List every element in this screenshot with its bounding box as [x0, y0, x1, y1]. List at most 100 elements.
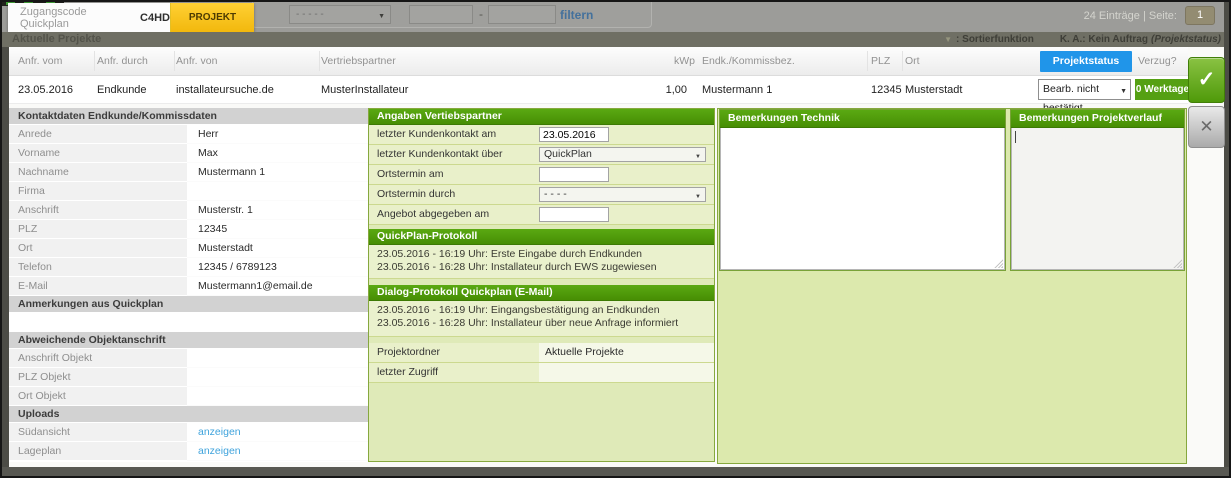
show-suedansicht-link[interactable]: anzeigen [198, 426, 241, 438]
status-legend-label: K. A.: Kein Auftrag [1060, 34, 1148, 45]
filter-toolbar: - - - - - ▼ - filtern 24 Einträge | Seit… [2, 2, 1229, 32]
field-value [187, 182, 369, 201]
show-lageplan-link[interactable]: anzeigen [198, 445, 241, 457]
close-icon: ✕ [1199, 117, 1213, 136]
sort-legend-label: : Sortierfunktion [956, 34, 1034, 45]
protocol-line: 23.05.2016 - 16:19 Uhr: Erste Eingabe du… [377, 248, 706, 261]
col-ort[interactable]: Ort [905, 47, 920, 76]
quickplan-code-value: C4HD [140, 12, 170, 24]
quickplan-code-label: Zugangscode Quickplan [20, 6, 127, 30]
column-divider [867, 51, 868, 71]
resize-handle-icon[interactable] [994, 259, 1003, 268]
partner-field-row: letzter Kundenkontakt am [369, 125, 714, 145]
projektstatus-select[interactable]: Bearb. nicht bestätigt ▼ [1038, 79, 1131, 100]
contact-row: Telefon12345 / 6789123 [9, 258, 369, 277]
filter-date-from-input[interactable] [409, 5, 473, 24]
anmerkungen-empty-row [9, 313, 369, 332]
field-label: Anschrift [9, 201, 187, 220]
col-kwp[interactable]: kWp [674, 47, 695, 76]
cell-anfr-durch: Endkunde [97, 76, 147, 104]
verlauf-header: Bemerkungen Projektverlauf [1011, 110, 1184, 128]
col-plz[interactable]: PLZ [871, 47, 890, 76]
remarks-area: Bemerkungen Technik Bemerkungen Projektv… [717, 108, 1187, 464]
filter-button[interactable]: filtern [560, 8, 593, 22]
partner-section-header: Angaben Vertiebspartner [369, 109, 714, 125]
field-value: Musterstadt [187, 239, 369, 258]
range-separator: - [479, 7, 483, 21]
column-divider [174, 51, 175, 71]
contact-row: VornameMax [9, 144, 369, 163]
contact-row: NachnameMustermann 1 [9, 163, 369, 182]
field-value [539, 363, 714, 383]
verlauf-textarea[interactable] [1011, 128, 1184, 270]
field-label: Telefon [9, 258, 187, 277]
partner-field-row: Angebot abgegeben am [369, 205, 714, 225]
col-projektstatus-button[interactable]: Projektstatus [1040, 51, 1132, 72]
field-label: Anschrift Objekt [9, 349, 187, 368]
ortstermin-am-input[interactable] [539, 167, 609, 182]
field-label: Lageplan [9, 442, 187, 461]
page-title: Aktuelle Projekte [12, 32, 101, 47]
filter-dropdown-value: - - - - - [296, 9, 324, 20]
verlauf-panel: Bemerkungen Projektverlauf [1010, 109, 1185, 271]
contact-section-header: Kontaktdaten Endkunde/Kommissdaten [9, 108, 369, 125]
field-label: Anrede [9, 125, 187, 144]
col-endk[interactable]: Endk./Kommissbez. [702, 47, 795, 76]
confirm-button[interactable]: ✓ [1188, 57, 1225, 103]
entries-count: 24 Einträge | Seite: [1084, 10, 1177, 22]
objekt-section-header: Abweichende Objektanschrift [9, 332, 369, 349]
chevron-down-icon: ▼ [1120, 82, 1127, 101]
quickplan-code-popup: Zugangscode Quickplan C4HD PROJEKT LADEN [8, 3, 254, 32]
field-value [187, 387, 369, 406]
field-value: Herr [187, 125, 369, 144]
quickplan-protokoll-body: 23.05.2016 - 16:19 Uhr: Erste Eingabe du… [369, 245, 714, 279]
field-value [187, 368, 369, 387]
chevron-down-icon: ▼ [695, 191, 701, 204]
verzug-badge: 0 Werktage [1135, 79, 1190, 100]
panel-filler [369, 383, 714, 461]
contact-panel: Kontaktdaten Endkunde/Kommissdaten Anred… [9, 108, 369, 462]
quickplan-code-field[interactable]: Zugangscode Quickplan C4HD [8, 3, 170, 32]
legend: ▼ : Sortierfunktion K. A.: Kein Auftrag … [944, 32, 1221, 47]
col-anfr-von[interactable]: Anfr. von [176, 47, 217, 76]
partner-field-row: Ortstermin durch - - - - ▼ [369, 185, 714, 205]
filter-date-to-input[interactable] [488, 5, 556, 24]
filter-dropdown[interactable]: - - - - - ▼ [289, 5, 391, 24]
uploads-section-header: Uploads [9, 406, 369, 423]
chevron-down-icon: ▼ [378, 8, 385, 25]
field-label: Ort [9, 239, 187, 258]
folder-row: letzter Zugriff [369, 363, 714, 383]
technik-textarea[interactable] [720, 128, 1005, 270]
select-value: QuickPlan [544, 148, 592, 160]
contact-row: PLZ12345 [9, 220, 369, 239]
col-anfr-vom[interactable]: Anfr. vom [18, 47, 62, 76]
field-value: Mustermann 1 [187, 163, 369, 182]
project-row[interactable]: 23.05.2016 Endkunde installateursuche.de… [9, 76, 1188, 104]
load-project-button[interactable]: PROJEKT LADEN [170, 3, 254, 32]
protocol-line: 23.05.2016 - 16:28 Uhr: Installateur übe… [377, 317, 706, 330]
dialog-protokoll-body: 23.05.2016 - 16:19 Uhr: Eingangsbestätig… [369, 301, 714, 337]
col-verzug[interactable]: Verzug? [1138, 47, 1177, 76]
col-vertriebspartner[interactable]: Vertriebspartner [321, 47, 396, 76]
contact-row: AnschriftMusterstr. 1 [9, 201, 369, 220]
field-label: PLZ Objekt [9, 368, 187, 387]
cell-plz: 12345 [871, 76, 902, 104]
text-cursor [1015, 131, 1016, 143]
cell-ort: Musterstadt [905, 76, 962, 104]
close-button[interactable]: ✕ [1188, 106, 1225, 148]
cell-anfr-von: installateursuche.de [176, 76, 274, 104]
resize-handle-icon[interactable] [1173, 259, 1182, 268]
protocol-line: 23.05.2016 - 16:19 Uhr: Eingangsbestätig… [377, 304, 706, 317]
bottom-frame-bar [2, 467, 1229, 476]
field-label: letzter Zugriff [369, 363, 539, 383]
angebot-abgegeben-input[interactable] [539, 207, 609, 222]
dialog-protokoll-header: Dialog-Protokoll Quickplan (E-Mail) [369, 285, 714, 301]
folder-row: Projektordner Aktuelle Projekte [369, 343, 714, 363]
page-number-box[interactable]: 1 [1185, 6, 1215, 25]
kundenkontakt-am-input[interactable] [539, 127, 609, 142]
column-divider [902, 51, 903, 71]
kundenkontakt-ueber-select[interactable]: QuickPlan ▼ [539, 147, 706, 162]
ortstermin-durch-select[interactable]: - - - - ▼ [539, 187, 706, 202]
section-titlebar: Aktuelle Projekte ▼ : Sortierfunktion K.… [2, 32, 1229, 47]
col-anfr-durch[interactable]: Anfr. durch [97, 47, 148, 76]
